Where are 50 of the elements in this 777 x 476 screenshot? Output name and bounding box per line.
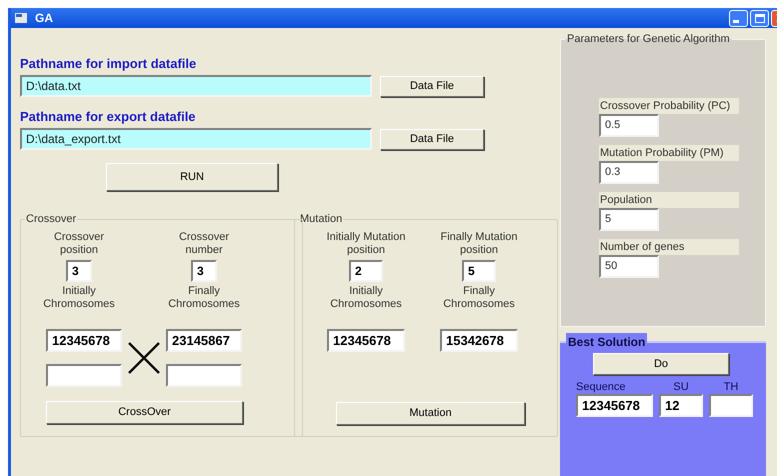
result-field[interactable] bbox=[709, 394, 753, 418]
parameter-field[interactable]: 0.3 bbox=[599, 160, 659, 184]
parameter-field[interactable]: 50 bbox=[599, 254, 659, 278]
group-title: Parameters for Genetic Algorithm bbox=[566, 32, 731, 47]
result-label: TH bbox=[724, 381, 738, 394]
data-file-button[interactable]: Data File bbox=[380, 76, 484, 96]
number-field[interactable]: 3 bbox=[191, 260, 217, 282]
parameter-field[interactable]: 5 bbox=[599, 208, 659, 230]
field-label: Initially Chromosomes bbox=[42, 284, 116, 310]
parameter-label: Population bbox=[599, 192, 739, 208]
field-label: Initially Mutation position bbox=[326, 230, 406, 256]
parameter-label: Number of genes bbox=[599, 238, 739, 254]
parameter-label: Crossover Probability (PC) bbox=[599, 98, 739, 114]
path-field[interactable]: D:\data.txt bbox=[20, 75, 372, 97]
chromosome-field[interactable] bbox=[166, 364, 242, 386]
crossover-button[interactable]: CrossOver bbox=[46, 400, 243, 424]
run-button[interactable]: RUN bbox=[106, 163, 278, 191]
number-field[interactable]: 5 bbox=[462, 260, 496, 282]
result-field[interactable]: 12 bbox=[659, 394, 703, 418]
field-label: Finally Mutation position bbox=[439, 230, 519, 256]
field-label: Initially Chromosomes bbox=[329, 284, 403, 310]
path-label: Pathname for import datafile bbox=[20, 56, 198, 72]
window-title: GA bbox=[35, 10, 53, 27]
cross-icon bbox=[127, 340, 161, 374]
number-field[interactable]: 3 bbox=[66, 260, 92, 282]
result-label: Sequence bbox=[576, 381, 626, 394]
mutation-button[interactable]: Mutation bbox=[336, 402, 525, 424]
result-label: SU bbox=[673, 381, 689, 394]
window-icon bbox=[15, 13, 27, 23]
field-label: Finally Chromosomes bbox=[442, 284, 516, 310]
path-label: Pathname for export datafile bbox=[20, 109, 197, 125]
number-field[interactable]: 2 bbox=[349, 260, 383, 282]
data-file-button[interactable]: Data File bbox=[380, 128, 484, 150]
chromosome-field[interactable] bbox=[46, 364, 122, 386]
field-label: Finally Chromosomes bbox=[167, 284, 241, 310]
parameter-label: Mutation Probability (PM) bbox=[599, 144, 739, 160]
result-field[interactable]: 12345678 bbox=[576, 394, 653, 418]
chromosome-field[interactable]: 15342678 bbox=[440, 328, 518, 352]
path-field[interactable]: D:\data_export.txt bbox=[20, 128, 372, 150]
minimize-button[interactable] bbox=[729, 10, 748, 26]
chromosome-field[interactable]: 23145867 bbox=[166, 328, 242, 352]
group-title: Mutation bbox=[299, 212, 344, 227]
chromosome-field[interactable]: 12345678 bbox=[327, 328, 405, 352]
field-label: Crossover number bbox=[178, 230, 230, 256]
do-button[interactable]: Do bbox=[593, 353, 729, 376]
parameter-field[interactable]: 0.5 bbox=[599, 114, 659, 136]
group-title: Crossover bbox=[25, 212, 78, 227]
field-label: Crossover position bbox=[52, 230, 106, 256]
chromosome-field[interactable]: 12345678 bbox=[46, 328, 122, 352]
maximize-button[interactable] bbox=[750, 10, 769, 26]
